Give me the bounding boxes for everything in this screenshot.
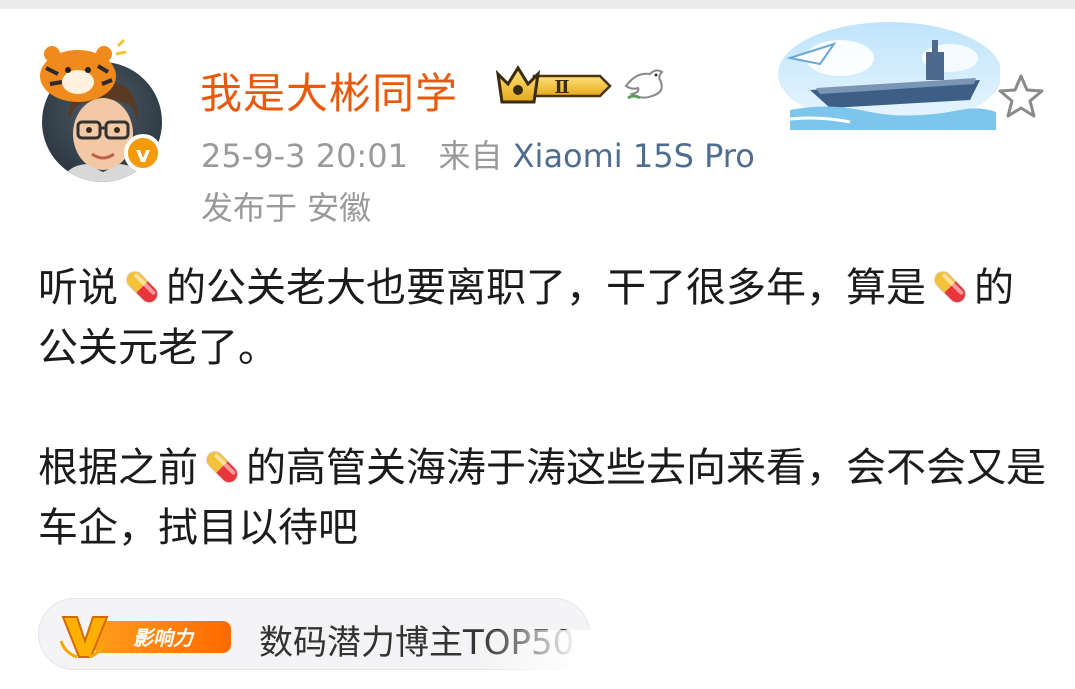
pill-emoji	[200, 445, 244, 489]
pill-emoji	[928, 265, 972, 309]
source-prefix: 来自	[438, 137, 503, 175]
post-paragraph: 根据之前 的高管关海涛于涛这些去向来看，会不会又是车企，拭目以待吧	[38, 438, 1053, 558]
post-text-segment: 听说	[38, 265, 118, 311]
vip-level: Ⅱ	[554, 77, 569, 98]
tiger-sticker	[40, 38, 127, 102]
vip-crown-icon[interactable]: Ⅱ	[494, 62, 612, 108]
source-device-link[interactable]: Xiaomi 15S Pro	[513, 137, 755, 175]
post-meta: 25-9-3 20:01 来自 Xiaomi 15S Pro	[201, 131, 755, 177]
tag-badge-text: 影响力	[133, 626, 195, 650]
username[interactable]: 我是大彬同学	[200, 60, 458, 121]
verified-icon: v	[124, 134, 162, 172]
post-paragraph: 听说 的公关老大也要离职了，干了很多年，算是 的公关元老了。	[38, 258, 1053, 378]
dove-icon	[624, 69, 664, 100]
aircraft-carrier-cover	[769, 22, 1000, 130]
top-bar	[0, 0, 1075, 9]
post-location: 发布于 安徽	[201, 189, 372, 227]
post-text-segment: 根据之前	[38, 445, 198, 491]
fade-overlay	[480, 630, 640, 680]
pill-emoji	[120, 265, 164, 309]
influence-badge-icon: 影响力	[59, 616, 231, 659]
post-text-segment: 的公关老大也要离职了，干了很多年，算是	[166, 265, 926, 311]
star-icon[interactable]	[996, 72, 1046, 122]
avatar[interactable]: v	[38, 38, 166, 182]
post-content: 听说 的公关老大也要离职了，干了很多年，算是 的公关元老了。 根据之前 的高管关海涛于涛…	[38, 258, 1053, 558]
post-time: 25-9-3 20:01	[201, 137, 408, 175]
